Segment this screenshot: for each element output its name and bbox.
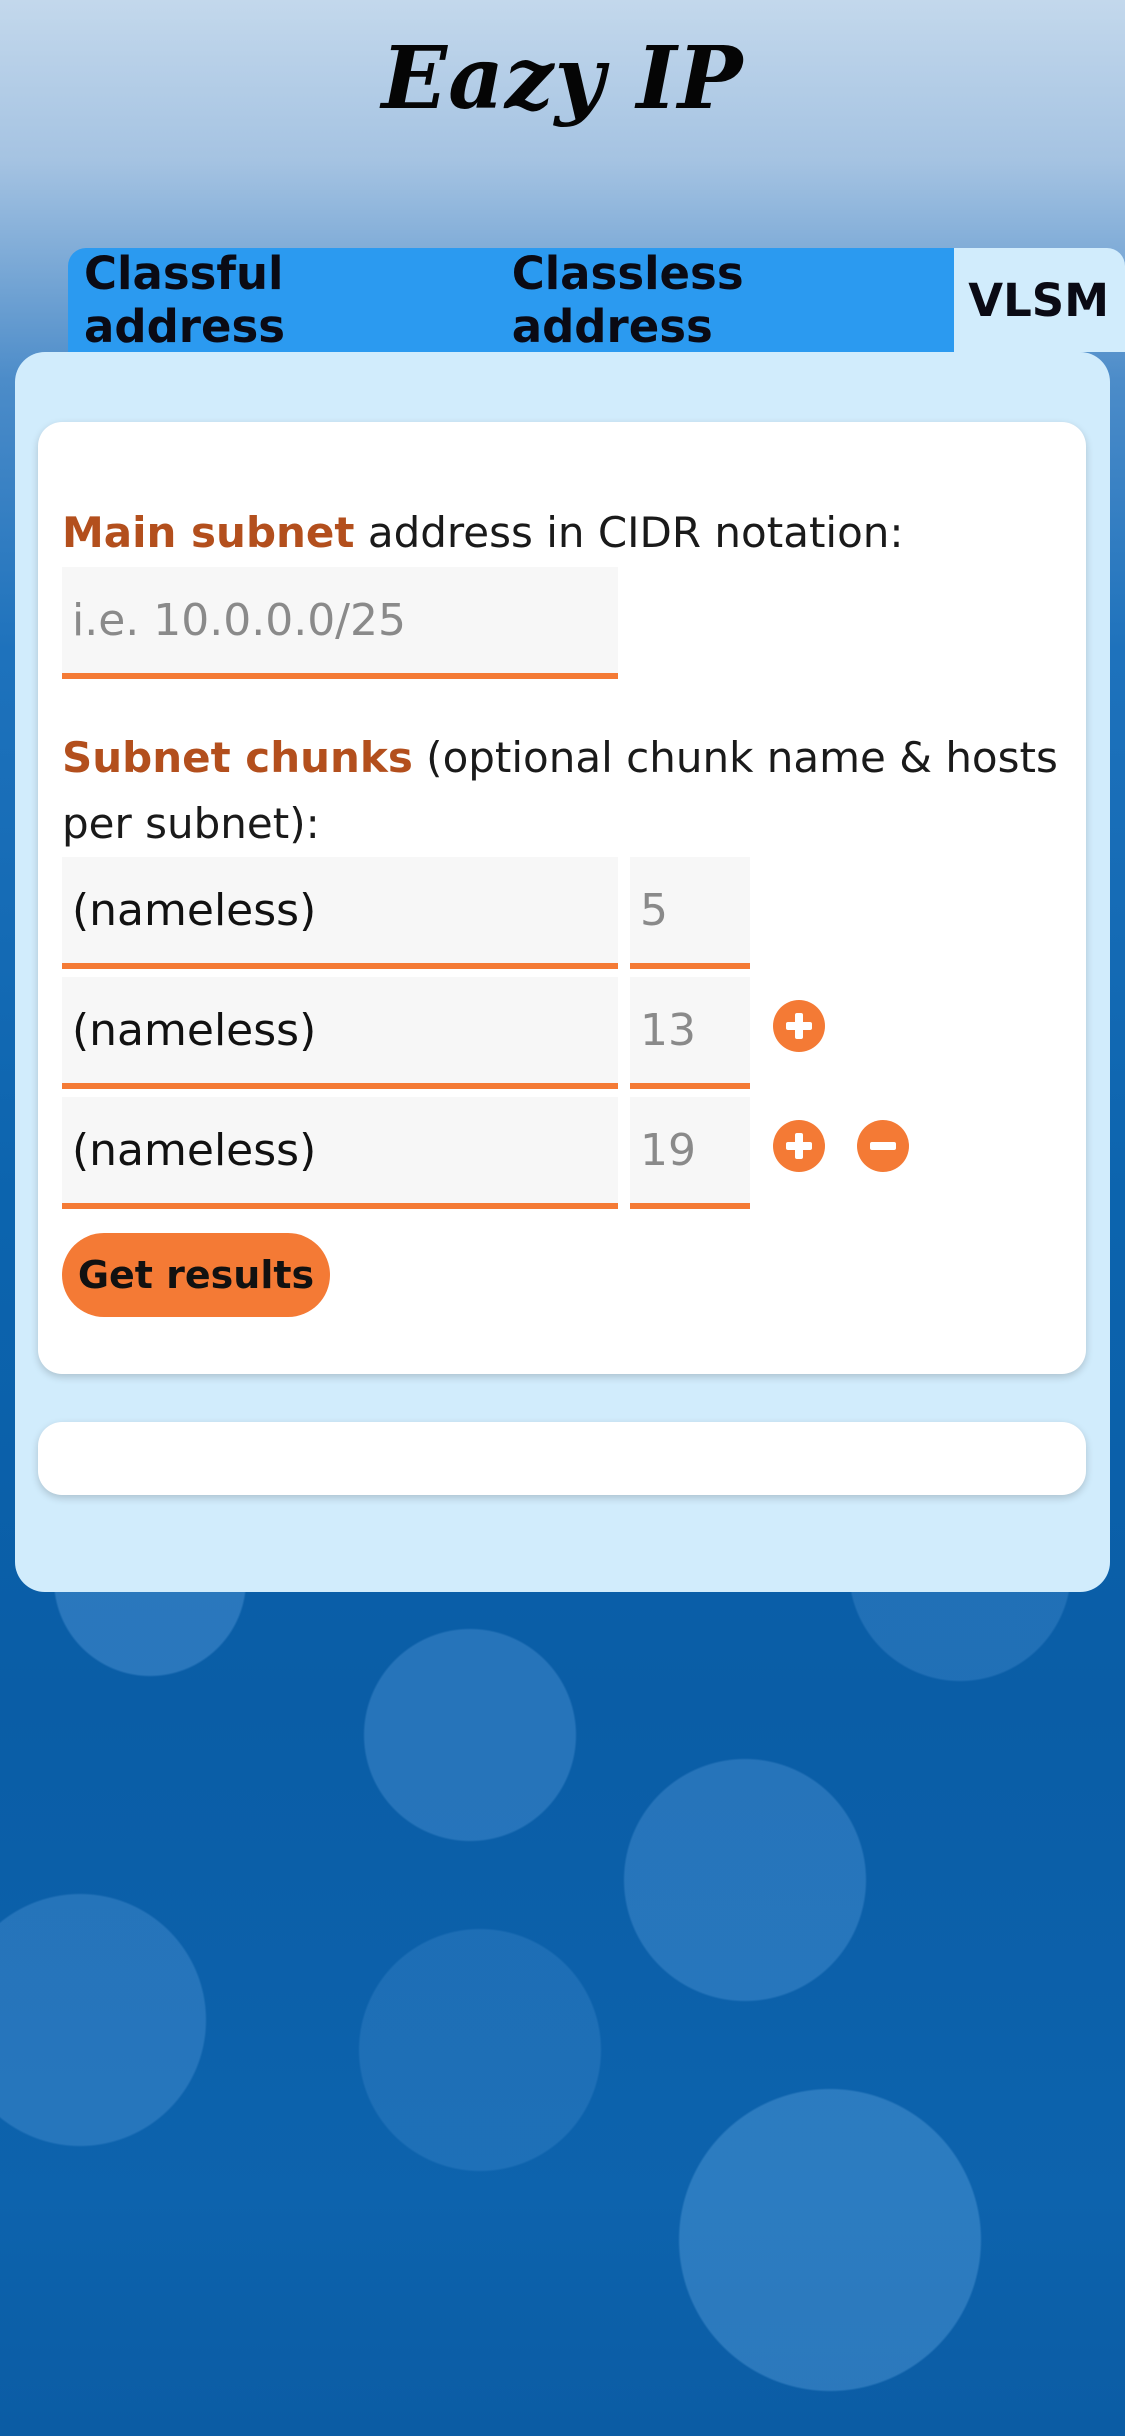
add-chunk-button[interactable] [773, 1000, 825, 1052]
chunk-name-input[interactable]: (nameless) [62, 857, 618, 969]
chunk-hosts-placeholder: 19 [640, 1124, 696, 1176]
get-results-button[interactable]: Get results [62, 1233, 330, 1317]
tab-vlsm[interactable]: VLSM [954, 248, 1125, 352]
plus-circle-icon [786, 1013, 812, 1039]
app-title: Eazy IP [381, 28, 744, 129]
main-subnet-input[interactable]: i.e. 10.0.0.0/25 [62, 567, 618, 679]
plus-circle-icon [786, 1133, 812, 1159]
tab-classless-address[interactable]: Classless address [495, 247, 955, 353]
chunk-hosts-input[interactable]: 13 [630, 977, 750, 1089]
remove-chunk-button[interactable] [857, 1120, 909, 1172]
tab-classful-address[interactable]: Classful address [68, 247, 496, 353]
add-chunk-button[interactable] [773, 1120, 825, 1172]
chunk-name-value: (nameless) [72, 884, 317, 936]
chunk-name-input[interactable]: (nameless) [62, 1097, 618, 1209]
minus-circle-icon [870, 1142, 896, 1150]
chunk-hosts-placeholder: 5 [640, 884, 668, 936]
tab-bar: Classful address Classless address VLSM [68, 247, 1125, 353]
main-subnet-label-text: address in CIDR notation: [354, 508, 904, 557]
results-card [38, 1422, 1086, 1495]
main-subnet-label: Main subnet address in CIDR notation: [62, 500, 1062, 566]
main-subnet-placeholder: i.e. 10.0.0.0/25 [72, 594, 406, 646]
main-subnet-label-highlight: Main subnet [62, 508, 355, 557]
chunk-hosts-placeholder: 13 [640, 1004, 696, 1056]
chunk-name-value: (nameless) [72, 1004, 317, 1056]
subnet-chunks-label: Subnet chunks (optional chunk name & hos… [62, 725, 1062, 857]
chunk-name-value: (nameless) [72, 1124, 317, 1176]
chunk-hosts-input[interactable]: 5 [630, 857, 750, 969]
chunk-hosts-input[interactable]: 19 [630, 1097, 750, 1209]
subnet-chunks-label-highlight: Subnet chunks [62, 733, 413, 782]
chunk-name-input[interactable]: (nameless) [62, 977, 618, 1089]
